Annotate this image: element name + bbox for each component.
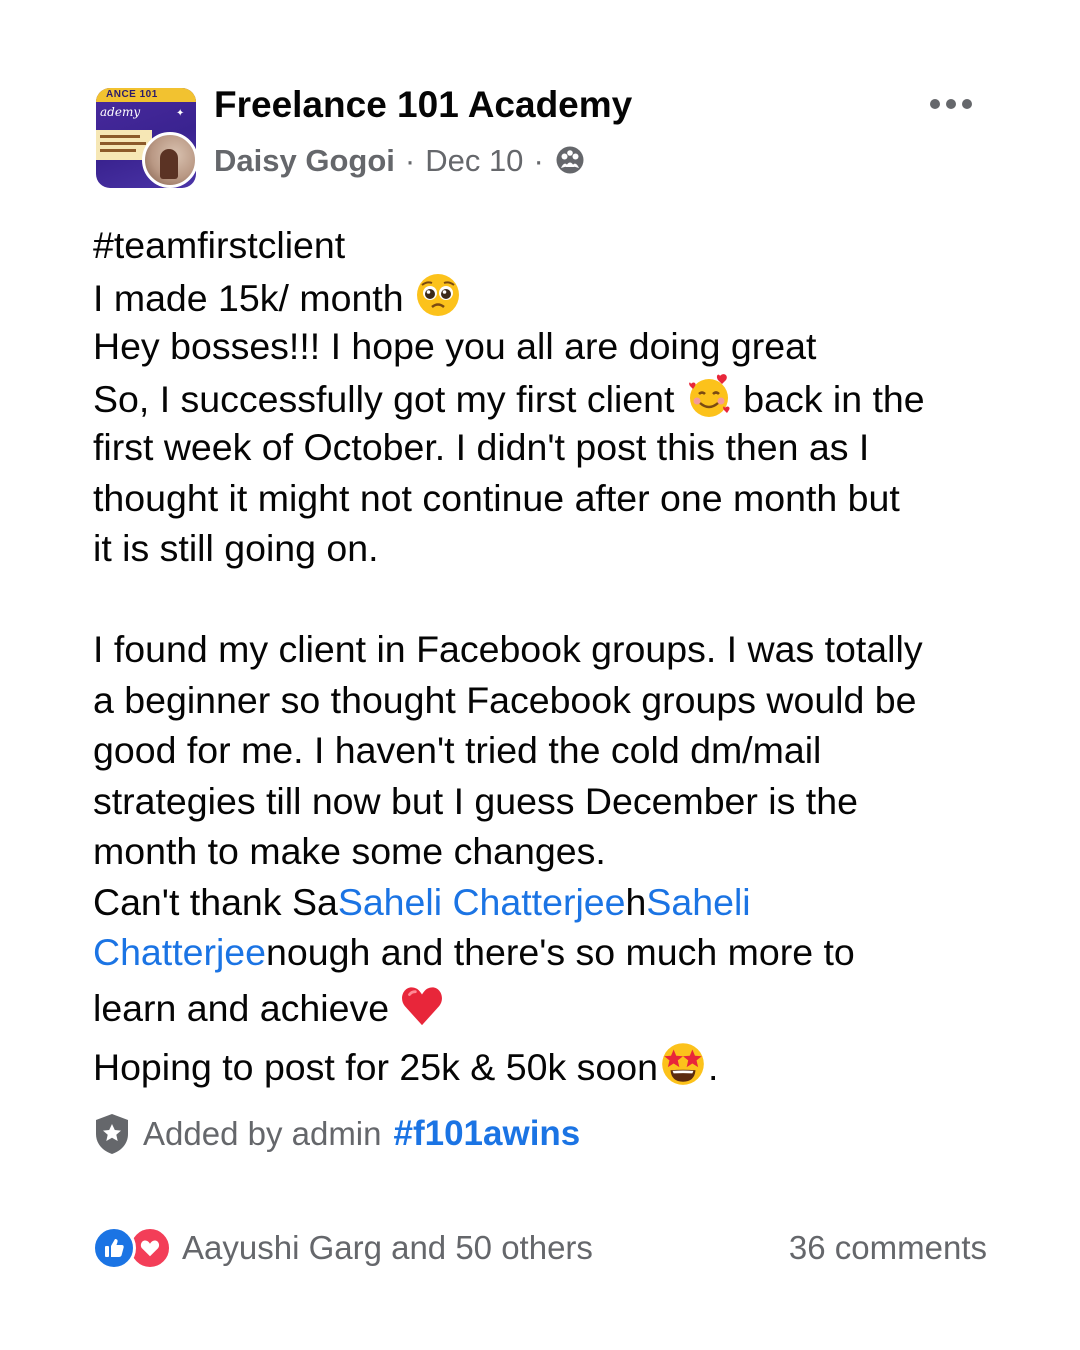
- sparkle-icon: ✦: [176, 108, 185, 119]
- reactions-text[interactable]: Aayushi Garg and 50 others: [182, 1229, 593, 1267]
- meta-separator: ·: [533, 143, 544, 178]
- post-line: Hoping to post for 25k & 50k soon .: [93, 1038, 1003, 1089]
- post-line: thought it might not continue after one …: [93, 476, 900, 519]
- post-line: I made 15k/ month: [93, 271, 1003, 322]
- group-name-link[interactable]: Freelance 101 Academy: [214, 84, 632, 126]
- more-horizontal-icon: [930, 99, 940, 109]
- star-struck-icon: [662, 1042, 704, 1085]
- post-line: it is still going on.: [93, 527, 379, 569]
- post-line: good for me. I haven't tried the cold dm…: [93, 729, 822, 771]
- like-reaction-icon: [92, 1226, 136, 1270]
- smiling-face-with-hearts-icon: [689, 373, 730, 417]
- admin-hashtag-link[interactable]: #f101awins: [394, 1114, 581, 1154]
- reactions-summary[interactable]: Aayushi Garg and 50 others: [92, 1226, 593, 1270]
- post-line: Chatterjeenough and there's so much more…: [93, 931, 855, 973]
- members-group-icon: [556, 146, 584, 173]
- more-options-button[interactable]: [926, 92, 976, 116]
- post-line: So, I successfully got my first client b…: [93, 372, 1003, 423]
- post-date[interactable]: Dec 10: [425, 143, 523, 179]
- pleading-face-icon: [417, 273, 460, 316]
- post-line: month to make some changes.: [93, 830, 606, 872]
- post-line: Hey bosses!!! I hope you all are doing g…: [93, 325, 817, 367]
- post-hashtag[interactable]: #teamfirstclient: [93, 220, 1003, 271]
- mention-link[interactable]: Chatterjee: [93, 931, 266, 973]
- post-line: strategies till now but I guess December…: [93, 779, 858, 822]
- avatar-stack[interactable]: ANCE 101 ademy ✦: [94, 88, 200, 192]
- admin-added-row: Added by admin #f101awins: [93, 1110, 580, 1158]
- post-text: #teamfirstclient I made 15k/ month Hey b…: [93, 220, 1003, 1088]
- group-avatar-banner-text: ANCE 101: [106, 89, 158, 100]
- mention-link[interactable]: Saheli: [646, 881, 750, 923]
- group-avatar-script-text: ademy: [100, 105, 141, 119]
- red-heart-icon: [402, 986, 443, 1025]
- comments-count-link[interactable]: 36 comments: [789, 1226, 987, 1270]
- admin-label: Added by admin: [143, 1115, 382, 1152]
- post-line: Can't thank SaSaheli ChatterjeehSaheli: [93, 880, 751, 923]
- author-avatar[interactable]: [142, 132, 198, 188]
- admin-shield-icon: [96, 1114, 128, 1154]
- post-line: a beginner so thought Facebook groups wo…: [93, 678, 917, 721]
- author-name-link[interactable]: Daisy Gogoi: [214, 143, 395, 179]
- post-line: first week of October. I didn't post thi…: [93, 426, 870, 468]
- post-meta: Daisy Gogoi · Dec 10 ·: [214, 141, 586, 181]
- post-line: I found my client in Facebook groups. I …: [93, 628, 923, 670]
- post-card: ANCE 101 ademy ✦ Freelance 101 Academy D…: [0, 0, 1080, 1350]
- post-line: learn and achieve: [93, 978, 1003, 1038]
- mention-link[interactable]: Saheli Chatterjee: [338, 881, 626, 923]
- meta-separator: ·: [404, 143, 416, 178]
